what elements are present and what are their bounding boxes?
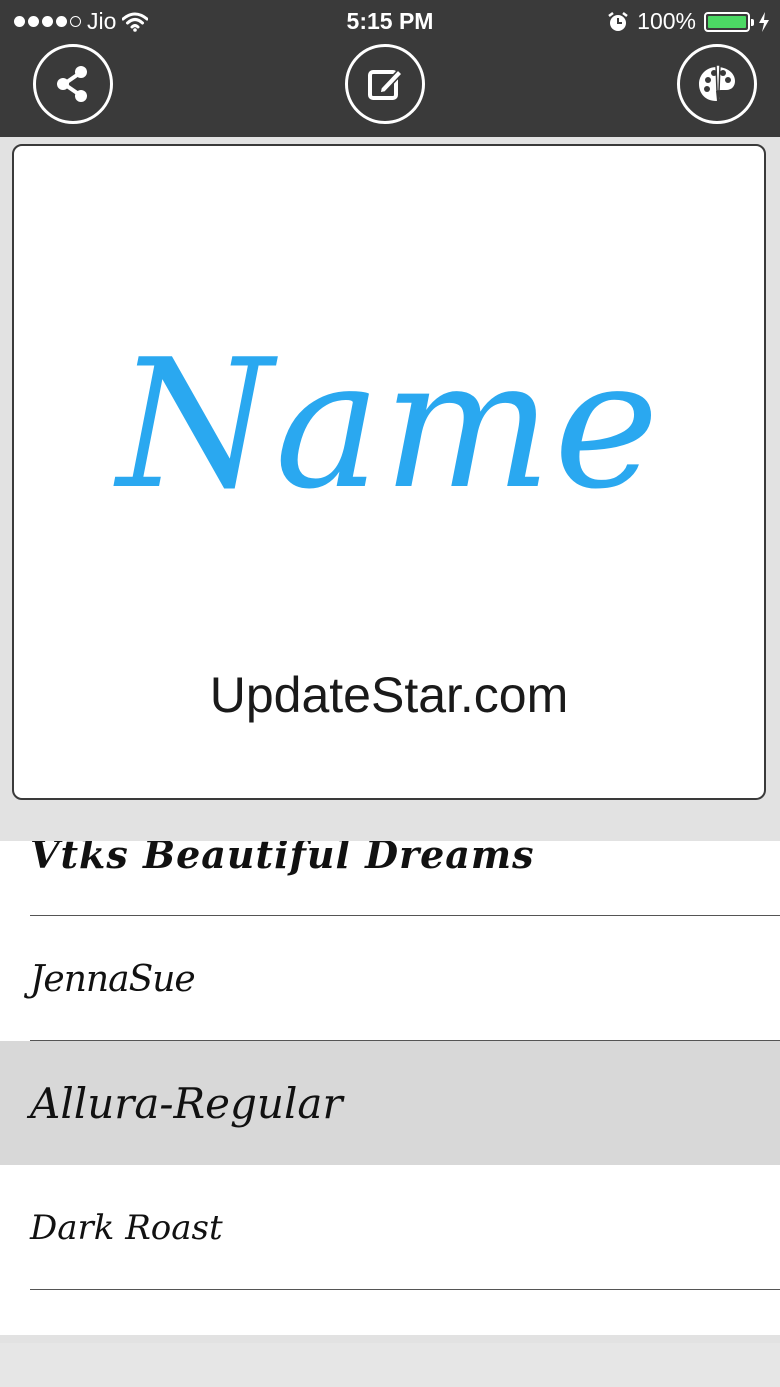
palette-icon bbox=[699, 64, 735, 101]
font-item-label: Vtks Beautiful Dreams bbox=[30, 841, 535, 877]
battery-icon bbox=[704, 11, 754, 32]
watermark-text: UpdateStar.com bbox=[209, 667, 569, 723]
font-item-label: Dark Roast bbox=[30, 1208, 223, 1248]
top-toolbar bbox=[0, 44, 780, 137]
alarm-clock-icon bbox=[608, 11, 628, 31]
bottom-strip bbox=[0, 1335, 780, 1387]
status-right: 100% bbox=[607, 8, 770, 35]
preview-area: Name UpdateStar.com bbox=[0, 137, 780, 841]
name-preview-card[interactable]: Name UpdateStar.com bbox=[12, 144, 766, 800]
font-item-label: JennaSue bbox=[30, 958, 196, 1000]
battery-percent: 100% bbox=[637, 8, 696, 34]
charging-bolt-icon bbox=[759, 11, 769, 32]
edit-text-button[interactable] bbox=[345, 44, 425, 124]
font-item-dark-roast[interactable]: Dark Roast bbox=[0, 1166, 780, 1290]
font-item-partial[interactable] bbox=[0, 1291, 780, 1335]
font-item-vtks-beautiful-dreams[interactable]: Vtks Beautiful Dreams bbox=[0, 841, 780, 916]
share-icon bbox=[57, 66, 87, 102]
name-preview-text: Name bbox=[117, 321, 661, 528]
edit-icon bbox=[368, 68, 404, 100]
share-button[interactable] bbox=[33, 44, 113, 124]
color-palette-button[interactable] bbox=[677, 44, 757, 124]
font-list: Vtks Beautiful Dreams JennaSue Allura-Re… bbox=[0, 841, 780, 1335]
status-bar: Jio 5:15 PM 100% bbox=[0, 0, 780, 44]
font-item-allura-regular[interactable]: Allura-Regular bbox=[0, 1041, 780, 1165]
font-item-jennasue[interactable]: JennaSue bbox=[0, 917, 780, 1041]
font-item-label: Allura-Regular bbox=[30, 1078, 343, 1128]
